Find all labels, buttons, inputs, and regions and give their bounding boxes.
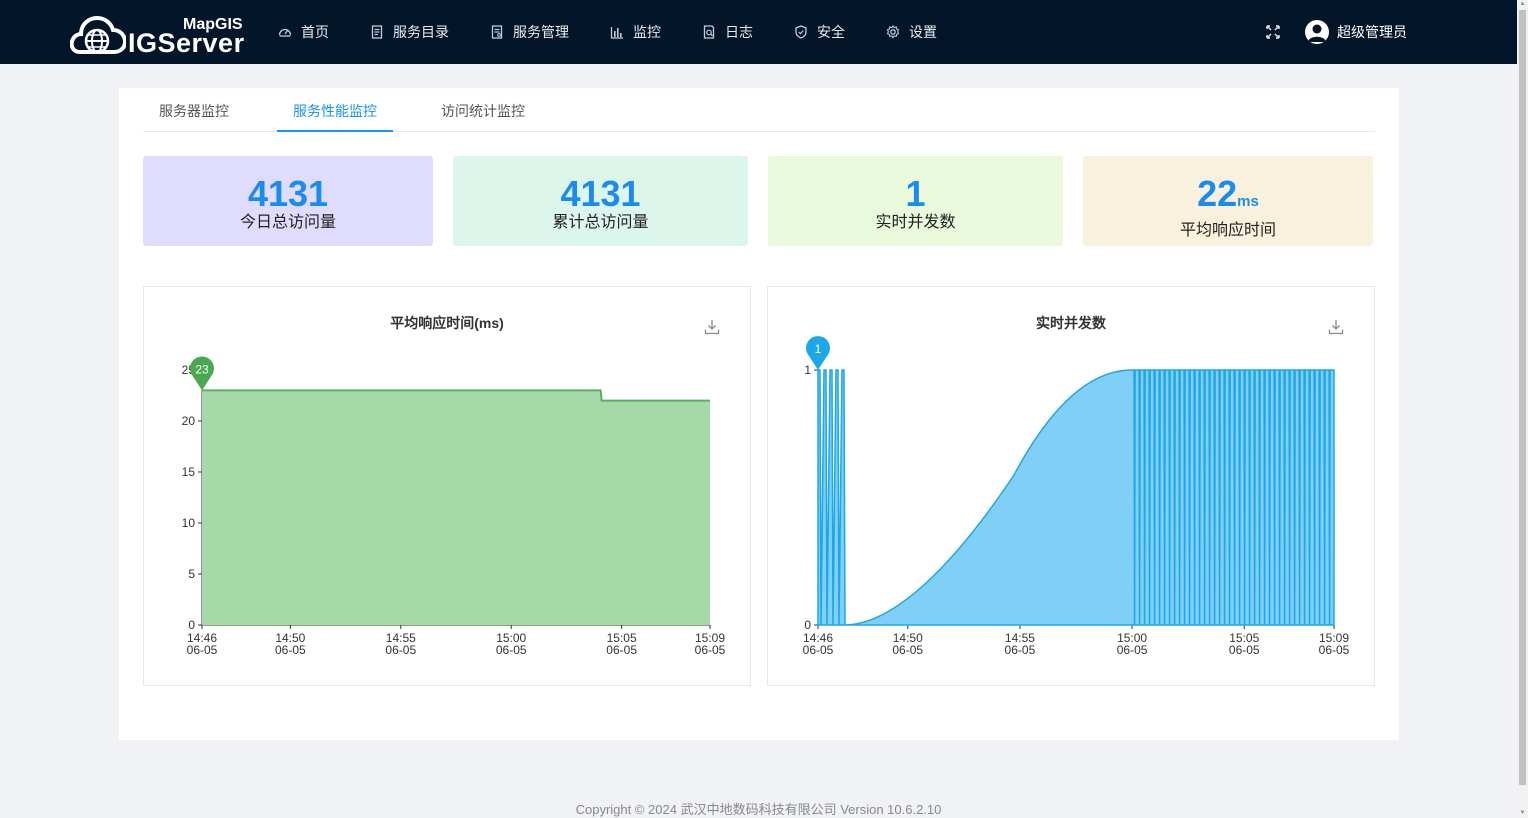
header-right: 超级管理员 <box>1265 0 1407 64</box>
x-tick-label: 06-05 <box>803 643 834 657</box>
stat-value: 4131 <box>247 173 329 214</box>
footer-copyright: Copyright © 2024 武汉中地数码科技有限公司 Version 10… <box>575 802 942 817</box>
series-area <box>817 369 1335 626</box>
scroll-up-arrow-icon[interactable]: ▲ <box>1519 1 1526 8</box>
y-tick-label: 20 <box>182 414 196 428</box>
fullscreen-icon[interactable] <box>1265 24 1281 40</box>
x-tick-label: 06-05 <box>1117 643 1148 657</box>
chart-concurrency: 实时并发数 0 1 14:46 06-05 14:50 06-05 14:55 06-05 15… <box>767 286 1375 686</box>
x-tick-label: 06-05 <box>1319 643 1350 657</box>
stat-caption: 累计总访问量 <box>552 214 649 231</box>
brand-bottom: IGServer <box>128 28 245 58</box>
x-tick-label: 06-05 <box>606 643 637 657</box>
y-tick-label: 0 <box>804 618 811 632</box>
marker-label: 23 <box>195 362 209 376</box>
stat-value: 22ms <box>1197 173 1259 214</box>
avatar[interactable] <box>1305 20 1329 44</box>
tab-access-statistics[interactable]: 访问统计监控 <box>425 88 541 132</box>
scrollbar[interactable]: ▲ ▼ <box>1517 0 1528 818</box>
main-nav: 首页 服务目录 服务管理 监控 日志 安全 设置 <box>278 0 978 64</box>
nav-label: 服务目录 <box>393 24 449 40</box>
nav-item-manage[interactable]: 服务管理 <box>490 0 610 64</box>
x-tick-label: 06-05 <box>187 643 218 657</box>
stat-value: 4131 <box>560 173 641 214</box>
catalog-icon <box>371 25 383 39</box>
stat-card-today-visits: 4131 今日总访问量 <box>143 156 433 246</box>
nav-label: 日志 <box>725 24 753 40</box>
stat-card-concurrency: 1 实时并发数 <box>768 156 1063 246</box>
scroll-down-arrow-icon[interactable]: ▼ <box>1519 810 1526 817</box>
nav-label: 监控 <box>633 24 661 40</box>
shield-icon <box>795 25 807 39</box>
logo[interactable]: MapGIS IGServer <box>70 14 250 58</box>
manage-icon <box>491 25 503 39</box>
marker-label: 1 <box>815 342 822 356</box>
stat-caption: 平均响应时间 <box>1179 222 1276 239</box>
x-tick-label: 06-05 <box>892 643 923 657</box>
nav-item-log[interactable]: 日志 <box>702 0 794 64</box>
y-tick-label: 5 <box>188 567 195 581</box>
nav-label: 服务管理 <box>513 24 569 40</box>
stat-caption: 今日总访问量 <box>239 214 336 231</box>
nav-item-monitor[interactable]: 监控 <box>610 0 702 64</box>
stat-value: 1 <box>905 173 926 214</box>
log-icon <box>703 25 715 39</box>
nav-item-home[interactable]: 首页 <box>278 0 370 64</box>
tab-server-monitor[interactable]: 服务器监控 <box>143 88 245 132</box>
y-tick-label: 1 <box>804 363 811 377</box>
stat-caption: 实时并发数 <box>875 214 956 231</box>
x-tick-label: 06-05 <box>385 643 416 657</box>
y-tick-label: 10 <box>182 516 196 530</box>
chart-plot: 051015202514:4606-0514:5006-0514:5506-05… <box>182 356 726 657</box>
series-area <box>202 390 710 625</box>
monitor-panel: 服务器监控 服务性能监控 访问统计监控 4131 今日总访问量 4131 累计总… <box>119 88 1399 740</box>
stat-card-avg-response: 22ms 平均响应时间 <box>1083 156 1373 246</box>
stat-card-total-visits: 4131 累计总访问量 <box>453 156 748 246</box>
x-tick-label: 06-05 <box>695 643 726 657</box>
scroll-thumb[interactable] <box>1519 10 1526 785</box>
y-tick-label: 15 <box>182 465 196 479</box>
x-tick-label: 06-05 <box>1229 643 1260 657</box>
bar-chart-icon <box>610 27 623 39</box>
tab-bar: 服务器监控 服务性能监控 访问统计监控 <box>143 88 1375 132</box>
y-tick-label: 0 <box>188 618 195 632</box>
user-name[interactable]: 超级管理员 <box>1337 22 1407 42</box>
nav-item-settings[interactable]: 设置 <box>886 0 978 64</box>
tab-service-performance[interactable]: 服务性能监控 <box>277 88 393 132</box>
top-header: MapGIS IGServer 首页 服务目录 服务管理 监控 日志 安全 设置… <box>0 0 1517 64</box>
nav-label: 首页 <box>301 24 329 40</box>
x-tick-label: 06-05 <box>496 643 527 657</box>
x-tick-label: 06-05 <box>275 643 306 657</box>
cloud-globe-icon <box>70 15 126 54</box>
nav-label: 安全 <box>817 24 845 40</box>
nav-item-security[interactable]: 安全 <box>794 0 886 64</box>
nav-label: 设置 <box>909 24 937 40</box>
nav-item-catalog[interactable]: 服务目录 <box>370 0 490 64</box>
chart-plot: 0114:4606-0514:5006-0514:5506-0515:0006-… <box>803 336 1350 657</box>
gear-icon <box>886 25 900 39</box>
chart-avg-response-time: 平均响应时间(ms) 0 5 10 15 20 25 14:46 06-05 14:50 06-0… <box>143 286 751 686</box>
x-tick-label: 06-05 <box>1005 643 1036 657</box>
dashboard-icon <box>278 28 292 37</box>
user-icon <box>1308 24 1326 42</box>
